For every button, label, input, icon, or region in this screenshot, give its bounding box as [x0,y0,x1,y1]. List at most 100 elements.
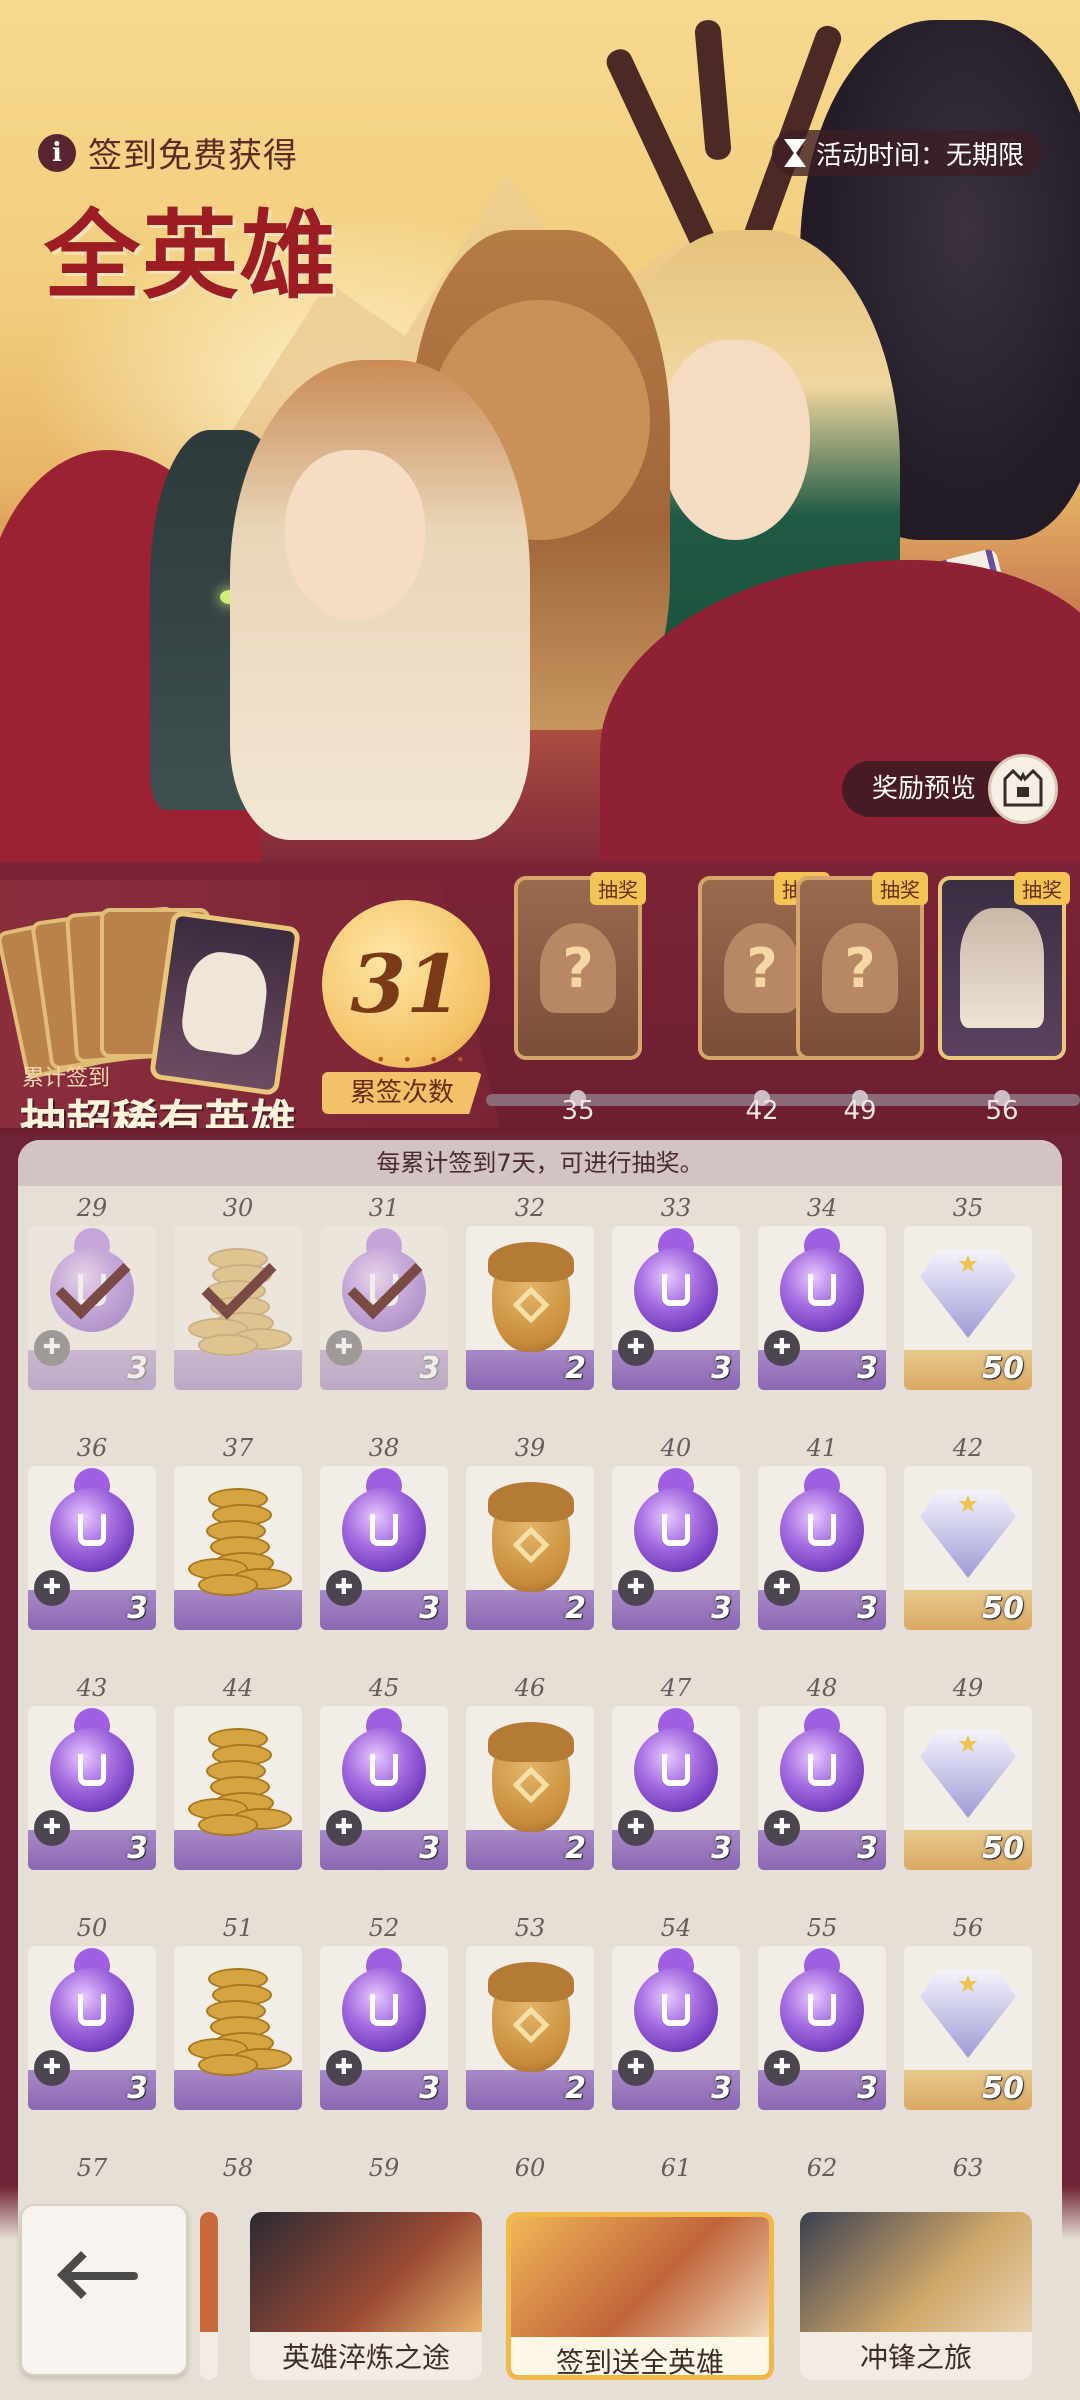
checkin-day-34[interactable]: 34 ✚ 3 [758,1194,886,1390]
milestone-56[interactable]: 抽奖 56 [938,872,1070,1126]
reward-tile[interactable]: 50 [904,1946,1032,2110]
reward-tile[interactable]: ✚ 3 [612,1226,740,1390]
reward-tile[interactable]: ✚ 3 [612,1706,740,1870]
day-number: 62 [806,2154,838,2182]
day-number: 51 [222,1914,254,1942]
checkin-day-35[interactable]: 35 50 [904,1194,1032,1390]
reward-preview-button[interactable] [988,754,1058,824]
question-mark-icon: ? [724,923,800,1013]
checkin-day-53[interactable]: 53 2 [466,1914,594,2110]
day-number: 34 [806,1194,838,1222]
reward-tile[interactable] [174,1706,302,1870]
checkin-day-33[interactable]: 33 ✚ 3 [612,1194,740,1390]
milestone-49[interactable]: ? 抽奖 49 [796,872,928,1126]
reward-tile[interactable]: ✚ 3 [28,1706,156,1870]
reward-tile[interactable]: 2 [466,1466,594,1630]
diamond-icon [920,1730,1016,1818]
reward-tile[interactable]: ✚ 3 [758,1466,886,1630]
tab-checkin-heroes[interactable]: 签到送全英雄 [506,2212,774,2380]
checkin-day-51[interactable]: 51 [174,1914,302,2110]
day-number: 32 [514,1194,546,1222]
day-number: 39 [514,1434,546,1462]
reward-tile[interactable]: ✚ 3 [612,1466,740,1630]
super-rare-hero-card [148,909,302,1097]
gold-coins-icon [188,1488,292,1596]
acorn-icon [488,1962,574,2072]
reward-tile[interactable]: 2 [466,1226,594,1390]
reward-tile[interactable]: 50 [904,1706,1032,1870]
reward-quantity: 2 [565,1351,586,1386]
checkin-day-29[interactable]: 29 ✚ 3 [28,1194,156,1390]
day-number: 40 [660,1434,692,1462]
day-number: 49 [952,1674,984,1702]
reward-tile[interactable]: ✚ 3 [758,1226,886,1390]
reward-tile[interactable]: ✚ 3 [28,1466,156,1630]
info-icon[interactable]: i [38,134,76,172]
trident-icon [808,1994,836,2026]
reward-tile[interactable]: ✚ 3 [758,1946,886,2110]
acorn-icon [488,1482,574,1592]
checkin-day-54[interactable]: 54 ✚ 3 [612,1914,740,2110]
reward-tile[interactable] [174,1466,302,1630]
nav-tab-partial[interactable] [200,2212,218,2380]
checkin-day-39[interactable]: 39 2 [466,1434,594,1630]
milestone-day: 49 [843,1096,877,1126]
reward-preview[interactable]: 奖励预览 [841,754,1058,824]
reward-tile[interactable]: ✚ 3 [758,1706,886,1870]
reward-tile[interactable]: ✚ 3 [28,1946,156,2110]
checkin-day-36[interactable]: 36 ✚ 3 [28,1434,156,1630]
reward-quantity: 3 [127,1831,148,1866]
checkin-day-46[interactable]: 46 2 [466,1674,594,1870]
reward-quantity: 3 [711,1591,732,1626]
acorn-gem [512,1526,550,1564]
checkin-day-50[interactable]: 50 ✚ 3 [28,1914,156,2110]
trident-icon [370,1754,398,1786]
checkin-day-40[interactable]: 40 ✚ 3 [612,1434,740,1630]
checkin-day-30[interactable]: 30 [174,1194,302,1390]
reward-tile[interactable]: 50 [904,1226,1032,1390]
archer-hero-face [285,450,425,620]
diamond-icon [920,1970,1016,2058]
milestone-day: 35 [561,1096,595,1126]
reward-tile[interactable]: ✚ 3 [612,1946,740,2110]
purple-orb-icon [634,1728,718,1812]
day-number: 59 [368,2154,400,2182]
reward-tile[interactable]: 2 [466,1946,594,2110]
checkin-day-48[interactable]: 48 ✚ 3 [758,1674,886,1870]
checkin-day-42[interactable]: 42 50 [904,1434,1032,1630]
day-number: 53 [514,1914,546,1942]
back-button[interactable] [20,2204,188,2376]
checkin-day-43[interactable]: 43 ✚ 3 [28,1674,156,1870]
checkin-day-41[interactable]: 41 ✚ 3 [758,1434,886,1630]
reward-tile[interactable]: ✚ 3 [320,1946,448,2110]
checkin-day-47[interactable]: 47 ✚ 3 [612,1674,740,1870]
puzzle-icon: ✚ [764,2050,800,2086]
reward-tile[interactable]: ✚ 3 [320,1706,448,1870]
checkin-day-56[interactable]: 56 50 [904,1914,1032,2110]
checkin-day-55[interactable]: 55 ✚ 3 [758,1914,886,2110]
tab-hero-tempering[interactable]: 英雄淬炼之途 [250,2212,482,2380]
checkin-day-49[interactable]: 49 50 [904,1674,1032,1870]
reward-tile[interactable]: ✚ 3 [320,1466,448,1630]
checkin-day-52[interactable]: 52 ✚ 3 [320,1914,448,2110]
reward-tile[interactable] [174,1946,302,2110]
checkin-day-38[interactable]: 38 ✚ 3 [320,1434,448,1630]
reward-tile[interactable]: 50 [904,1466,1032,1630]
checkin-day-32[interactable]: 32 2 [466,1194,594,1390]
puzzle-icon: ✚ [618,1810,654,1846]
puzzle-icon: ✚ [618,1570,654,1606]
day-number: 56 [952,1914,984,1942]
tab-label: 冲锋之旅 [859,2341,972,2374]
acorn-cap [488,1722,574,1762]
checkin-day-45[interactable]: 45 ✚ 3 [320,1674,448,1870]
checkin-day-37[interactable]: 37 [174,1434,302,1630]
purple-orb-icon [634,1488,718,1572]
reward-tile[interactable]: 2 [466,1706,594,1870]
checkin-day-31[interactable]: 31 ✚ 3 [320,1194,448,1390]
tab-label: 英雄淬炼之途 [281,2341,450,2374]
tab-charge-journey[interactable]: 冲锋之旅 [800,2212,1032,2380]
checkin-day-44[interactable]: 44 [174,1674,302,1870]
milestone-35[interactable]: ? 抽奖 35 [514,872,646,1126]
acorn-icon [488,1242,574,1352]
day-number: 33 [660,1194,692,1222]
